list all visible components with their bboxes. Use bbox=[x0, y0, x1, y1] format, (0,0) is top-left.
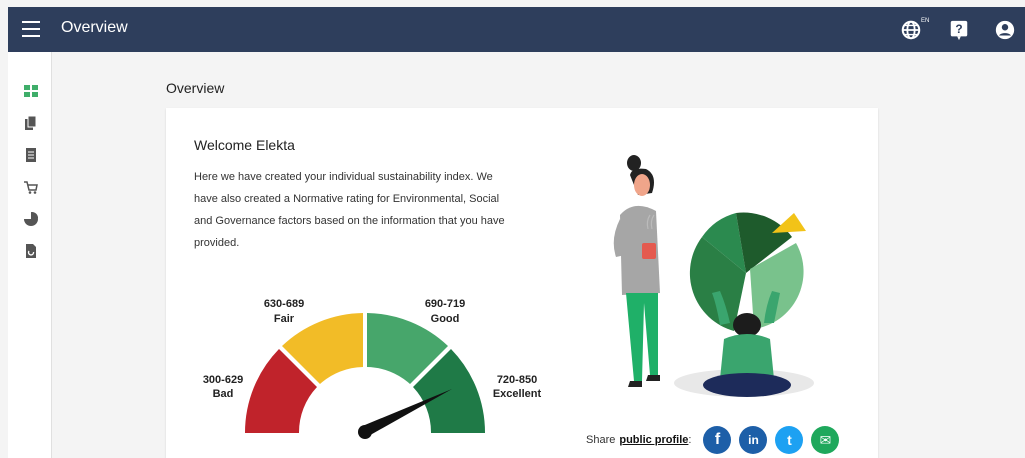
page-title: Overview bbox=[166, 80, 225, 96]
gauge-label-excellent-range: 720-850 bbox=[497, 374, 537, 386]
sidebar bbox=[8, 52, 52, 458]
linkedin-icon[interactable]: in bbox=[739, 426, 768, 454]
email-icon[interactable]: ✉ bbox=[811, 426, 840, 454]
gauge-label-fair-range: 630-689 bbox=[264, 298, 304, 310]
documents-icon[interactable] bbox=[24, 116, 38, 130]
top-app-bar: Overview EN ? bbox=[8, 7, 1025, 52]
public-profile-link[interactable]: public profile bbox=[619, 434, 688, 446]
report-icon[interactable] bbox=[24, 244, 38, 258]
cart-icon[interactable] bbox=[24, 180, 38, 194]
intro-text: Here we have created your individual sus… bbox=[194, 171, 505, 249]
receipt-icon[interactable] bbox=[24, 148, 38, 162]
account-icon[interactable] bbox=[994, 19, 1016, 41]
gauge-label-bad-range: 300-629 bbox=[203, 374, 243, 386]
svg-text:?: ? bbox=[955, 22, 962, 36]
gauge-label-good: Good bbox=[431, 313, 460, 325]
share-suffix: : bbox=[688, 434, 692, 446]
sustainability-illustration bbox=[613, 155, 814, 397]
share-row: Share public profile : f in t ✉ bbox=[586, 426, 840, 454]
language-badge: EN bbox=[921, 18, 930, 24]
language-globe-icon[interactable] bbox=[900, 19, 922, 41]
gauge-label-good-range: 690-719 bbox=[425, 298, 465, 310]
gauge-needle-hub bbox=[358, 425, 372, 439]
welcome-heading: Welcome Elekta bbox=[194, 137, 295, 153]
share-prefix: Share bbox=[586, 434, 616, 446]
menu-icon[interactable] bbox=[22, 21, 40, 37]
gauge-label-bad: Bad bbox=[213, 388, 234, 400]
pie-chart-icon[interactable] bbox=[24, 212, 38, 226]
overview-card: Welcome Elekta Here we have created your… bbox=[166, 108, 878, 458]
sustainability-gauge: 300-629 Bad 630-689 Fair 690-719 Good 72… bbox=[203, 298, 542, 439]
app-title: Overview bbox=[61, 19, 128, 36]
twitter-icon[interactable]: t bbox=[775, 426, 804, 454]
gauge-label-fair: Fair bbox=[274, 313, 295, 325]
facebook-icon[interactable]: f bbox=[703, 426, 732, 454]
gauge-label-excellent: Excellent bbox=[493, 388, 542, 400]
help-icon[interactable]: ? bbox=[948, 19, 970, 41]
dashboard-icon[interactable] bbox=[24, 84, 38, 98]
